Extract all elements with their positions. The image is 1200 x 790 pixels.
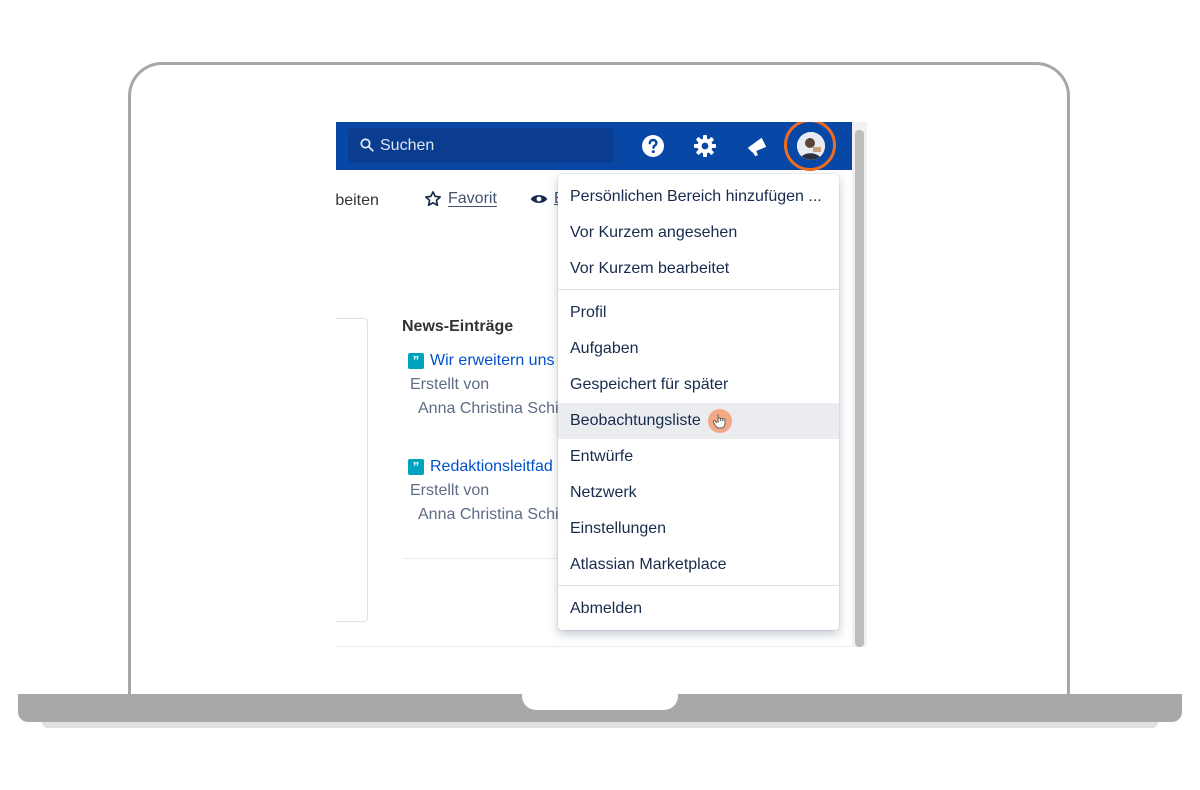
laptop-notch xyxy=(522,694,678,710)
news-item-author[interactable]: Anna Christina Schi xyxy=(418,400,559,418)
top-navigation-bar: Suchen xyxy=(336,122,852,171)
favorite-label: Favorit xyxy=(448,190,497,207)
menu-item-watchlist[interactable]: Beobachtungsliste xyxy=(558,403,839,439)
edit-button[interactable]: rbeiten xyxy=(336,192,379,210)
hand-cursor-icon xyxy=(708,409,732,433)
quote-icon: ” xyxy=(408,353,424,369)
notifications-button[interactable] xyxy=(745,134,769,158)
news-item-link[interactable]: ” Wir erweitern uns xyxy=(408,352,554,370)
megaphone-icon xyxy=(747,137,767,157)
menu-item-atlassian-marketplace[interactable]: Atlassian Marketplace xyxy=(558,547,839,583)
favorite-button[interactable]: Favorit xyxy=(424,190,497,208)
scrollbar-thumb[interactable] xyxy=(855,130,864,647)
menu-item-saved-for-later[interactable]: Gespeichert für später xyxy=(558,367,839,403)
search-icon xyxy=(360,138,374,152)
laptop-base-shadow xyxy=(42,722,1158,728)
content-bottom-divider xyxy=(336,646,852,647)
settings-button[interactable] xyxy=(693,134,717,158)
menu-item-add-personal-space[interactable]: Persönlichen Bereich hinzufügen ... xyxy=(558,179,839,215)
news-item-author[interactable]: Anna Christina Schi xyxy=(418,506,559,524)
menu-item-recently-viewed[interactable]: Vor Kurzem angesehen xyxy=(558,215,839,251)
news-item-title: Redaktionsleitfad xyxy=(430,458,553,475)
news-section-title: News-Einträge xyxy=(402,318,514,335)
search-input[interactable]: Suchen xyxy=(348,128,614,163)
quote-icon: ” xyxy=(408,459,424,475)
avatar-highlight-ring xyxy=(784,122,836,171)
menu-item-watchlist-label: Beobachtungsliste xyxy=(570,412,701,429)
help-icon xyxy=(642,135,664,157)
menu-separator xyxy=(558,289,839,290)
content-card xyxy=(336,318,368,622)
user-profile-dropdown-menu: Persönlichen Bereich hinzufügen ... Vor … xyxy=(558,174,839,630)
confluence-app: Suchen beiten Favorit News-Einträge ” Wi… xyxy=(336,122,867,647)
menu-item-network[interactable]: Netzwerk xyxy=(558,475,839,511)
news-divider xyxy=(402,558,572,559)
menu-item-profile[interactable]: Profil xyxy=(558,295,839,331)
menu-item-settings[interactable]: Einstellungen xyxy=(558,511,839,547)
vertical-scrollbar[interactable] xyxy=(852,122,867,647)
news-item-title: Wir erweitern uns xyxy=(430,352,555,369)
news-item-link[interactable]: ” Redaktionsleitfad xyxy=(408,458,553,476)
star-icon xyxy=(425,191,441,207)
search-placeholder: Suchen xyxy=(380,137,435,154)
eye-icon xyxy=(530,195,548,203)
menu-item-log-out[interactable]: Abmelden xyxy=(558,591,839,627)
gear-icon xyxy=(694,135,716,157)
help-button[interactable] xyxy=(641,134,665,158)
menu-item-drafts[interactable]: Entwürfe xyxy=(558,439,839,475)
menu-item-recently-worked-on[interactable]: Vor Kurzem bearbeitet xyxy=(558,251,839,287)
menu-item-tasks[interactable]: Aufgaben xyxy=(558,331,839,367)
news-item-meta: Erstellt von xyxy=(410,482,490,499)
news-item-meta: Erstellt von xyxy=(410,376,490,393)
menu-separator xyxy=(558,585,839,586)
